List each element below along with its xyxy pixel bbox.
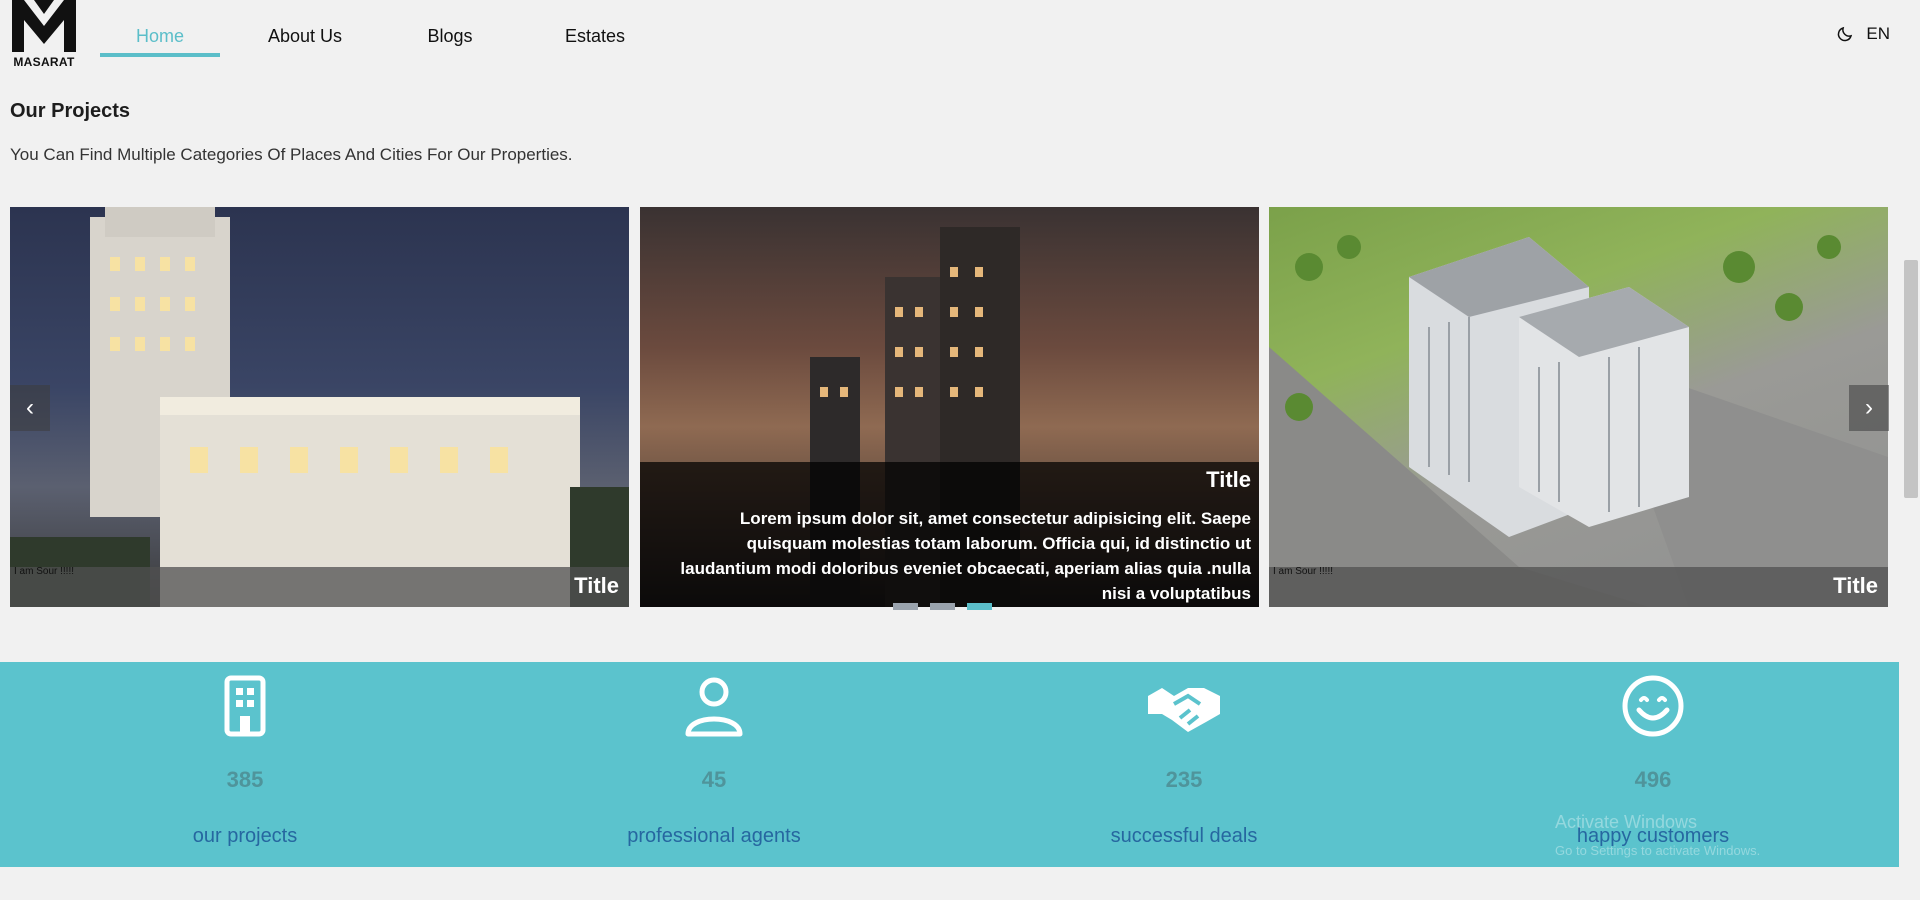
project-card[interactable]: I am Sour !!!!! Title	[1269, 207, 1888, 607]
logo-mark-icon	[12, 0, 76, 52]
smile-icon	[1622, 675, 1684, 737]
carousel-dot[interactable]	[893, 603, 918, 610]
carousel-dot-active[interactable]	[967, 603, 992, 610]
stat-label: professional agents	[627, 825, 801, 847]
card-title: Title	[574, 573, 619, 598]
project-card[interactable]: I am Sour !!!!! Title	[10, 207, 629, 607]
stat-value: 235	[1165, 767, 1203, 792]
project-image	[10, 207, 629, 607]
activation-watermark-sub: Go to Settings to activate Windows.	[1555, 843, 1761, 858]
card-caption-bar	[1269, 567, 1888, 607]
card-overlay: Title Lorem ipsum dolor sit, amet consec…	[640, 462, 1259, 607]
card-tag: I am Sour !!!!!	[14, 566, 75, 577]
building-icon	[224, 675, 266, 737]
header-actions: EN	[1836, 24, 1890, 44]
carousel-dot[interactable]	[930, 603, 955, 610]
card-caption-bar	[10, 567, 629, 607]
card-description: Lorem ipsum dolor sit, amet consectetur …	[680, 509, 1251, 603]
stat-value: 496	[1634, 767, 1672, 792]
carousel-prev-button[interactable]: ‹	[10, 385, 50, 431]
user-icon	[685, 677, 743, 737]
section-title: Our Projects	[10, 100, 131, 122]
stats-section: 385 our projects 45 professional agents …	[0, 662, 1899, 867]
nav-estates[interactable]: Estates	[510, 20, 680, 57]
nav-blogs[interactable]: Blogs	[390, 20, 510, 57]
scrollbar-thumb[interactable]	[1904, 260, 1918, 498]
nav-home[interactable]: Home	[100, 20, 220, 57]
card-tag: I am Sour !!!!!	[1273, 566, 1334, 577]
stat-label: successful deals	[1110, 825, 1258, 847]
stat-agents: 45 professional agents	[564, 662, 864, 848]
card-title: Title	[1206, 467, 1251, 492]
card-title: Title	[1833, 573, 1878, 598]
section-subtitle: You Can Find Multiple Categories Of Plac…	[10, 145, 573, 164]
page-scrollbar[interactable]	[1902, 0, 1920, 900]
moon-icon[interactable]	[1836, 25, 1854, 43]
project-image	[1269, 235, 1888, 607]
nav-about-us[interactable]: About Us	[220, 20, 390, 57]
carousel-next-button[interactable]: ›	[1849, 385, 1889, 431]
handshake-icon	[1148, 688, 1220, 732]
chevron-left-icon: ‹	[26, 394, 34, 421]
stat-projects: 385 our projects	[95, 662, 395, 848]
main-nav: Home About Us Blogs Estates	[100, 20, 680, 57]
stat-deals: 235 successful deals	[1034, 662, 1334, 848]
projects-carousel: I am Sour !!!!! Title Title Lorem ipsum …	[10, 207, 1889, 607]
chevron-right-icon: ›	[1865, 394, 1873, 421]
carousel-indicators	[893, 603, 992, 610]
stat-value: 385	[226, 767, 264, 792]
stat-label: our projects	[192, 825, 298, 847]
language-toggle[interactable]: EN	[1866, 24, 1890, 44]
activation-watermark: Activate Windows	[1555, 812, 1698, 832]
project-card[interactable]: Title Lorem ipsum dolor sit, amet consec…	[640, 207, 1259, 607]
masarat-logo[interactable]: MASARAT	[10, 0, 80, 72]
logo-text: MASARAT	[13, 55, 75, 69]
header: MASARAT Home About Us Blogs Estates EN	[0, 0, 1920, 74]
stat-value: 45	[701, 767, 727, 792]
